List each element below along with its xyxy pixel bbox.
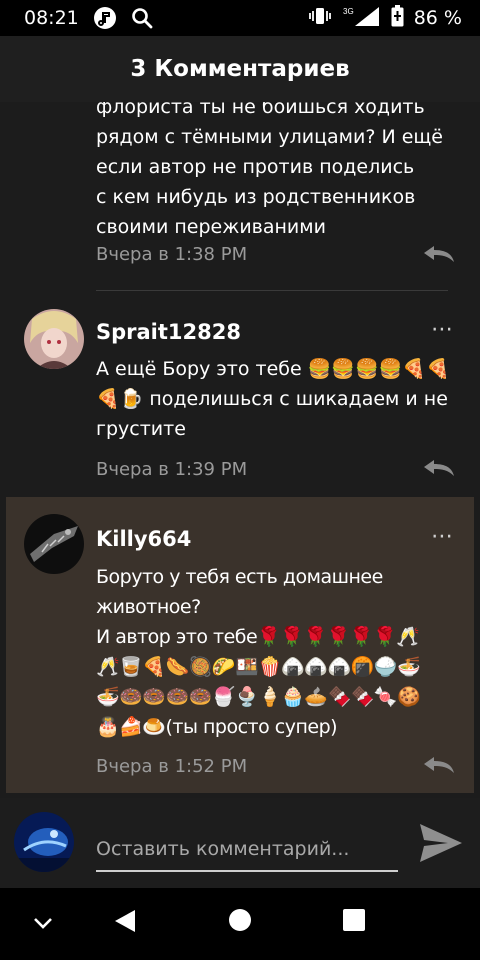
reply-icon[interactable]: [422, 458, 456, 478]
nav-back-button[interactable]: [112, 908, 138, 934]
comment-item: Sprait12828 ⋯ А ещё Бору это тебе 🍔🍔🍔🍔🍕🍕…: [6, 291, 474, 497]
comment-time: Вчера в 1:38 PM: [96, 244, 248, 265]
back-triangle-icon: [115, 910, 135, 932]
vibrate-icon: [308, 6, 331, 30]
comment-item: флориста ты не боишься ходить рядом с тё…: [6, 102, 474, 292]
comment-input[interactable]: [96, 828, 398, 872]
comment-username[interactable]: Killy664: [96, 527, 191, 551]
page-title: 3 Комментариев: [130, 56, 350, 82]
send-icon[interactable]: [418, 822, 464, 864]
nav-collapse-button[interactable]: [30, 910, 56, 936]
nav-recents-button[interactable]: [342, 908, 366, 932]
comment-composer: [0, 798, 480, 888]
system-nav-bar: [0, 888, 480, 960]
svg-text:3G: 3G: [343, 7, 354, 16]
battery-icon: [391, 5, 404, 31]
comment-username[interactable]: Sprait12828: [96, 320, 241, 344]
comment-time: Вчера в 1:52 PM: [96, 756, 248, 777]
comment-list[interactable]: флориста ты не боишься ходить рядом с тё…: [0, 102, 480, 798]
search-icon: [131, 7, 153, 29]
avatar[interactable]: [24, 309, 84, 369]
battery-percent: 86 %: [413, 7, 462, 29]
comment-item-highlighted: Killy664 ⋯ Боруто у тебя есть домашнее ж…: [6, 497, 474, 793]
comment-text: Боруто у тебя есть домашнее животное? И …: [96, 566, 421, 738]
nav-home-button[interactable]: [228, 908, 252, 932]
music-note-icon: [93, 6, 117, 30]
reply-icon[interactable]: [422, 755, 456, 775]
more-options-icon[interactable]: ⋯: [431, 526, 454, 548]
recents-square-icon: [343, 909, 365, 931]
avatar[interactable]: [24, 514, 84, 574]
avatar[interactable]: [14, 812, 74, 872]
comment-text: А ещё Бору это тебе 🍔🍔🍔🍔🍕🍕 🍕🍺 поделишься…: [96, 358, 450, 440]
status-time: 08:21: [24, 7, 79, 29]
signal-icon: 3G: [341, 5, 381, 31]
reply-icon[interactable]: [422, 244, 456, 264]
status-bar: 08:21 3G 86 %: [0, 0, 480, 36]
home-circle-icon: [229, 909, 251, 931]
comments-header: 3 Комментариев: [0, 36, 480, 102]
more-options-icon[interactable]: ⋯: [431, 319, 454, 341]
comment-text: флориста ты не боишься ходить рядом с тё…: [96, 102, 443, 238]
comment-time: Вчера в 1:39 PM: [96, 459, 248, 480]
chevron-down-icon: [34, 918, 52, 929]
